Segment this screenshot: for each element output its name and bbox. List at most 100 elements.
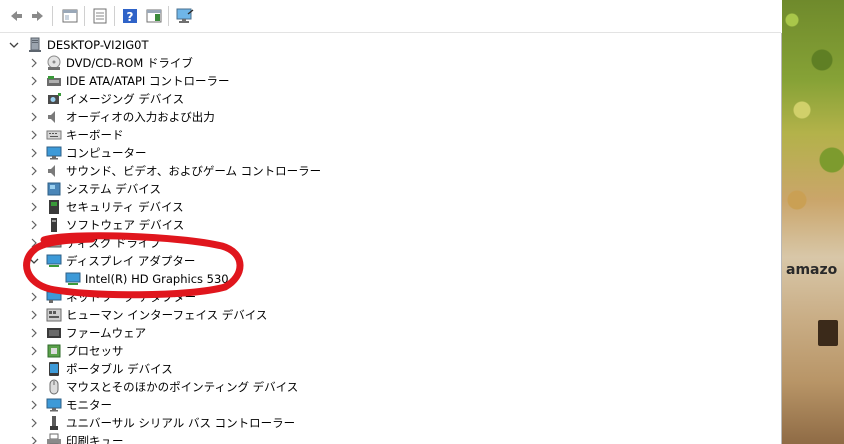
hid-icon: [46, 307, 62, 323]
tree-item-label: マウスとそのほかのポインティング デバイス: [66, 380, 299, 394]
chevron-right-icon[interactable]: [28, 165, 40, 177]
tree-item-label: プロセッサ: [66, 344, 124, 358]
monitor-icon: [46, 145, 62, 161]
chevron-right-icon[interactable]: [28, 345, 40, 357]
tree-item-label: ディスプレイ アダプター: [66, 254, 196, 268]
toolbar: ?: [0, 0, 781, 33]
system-devices-icon: [46, 181, 62, 197]
security-device-icon: [46, 199, 62, 215]
tree-item-usb[interactable]: ユニバーサル シリアル バス コントローラー: [0, 414, 781, 432]
back-arrow-icon[interactable]: [6, 6, 26, 26]
chevron-right-icon[interactable]: [28, 147, 40, 159]
tree-item-display-adapters[interactable]: ディスプレイ アダプター: [0, 252, 781, 270]
tree-item-label: ディスク ドライブ: [66, 236, 161, 250]
tree-root[interactable]: DESKTOP-VI2IG0T: [0, 36, 781, 54]
svg-text:?: ?: [127, 10, 134, 24]
box-detail: [818, 320, 838, 346]
tree-item-print-queue[interactable]: 印刷キュー: [0, 432, 781, 444]
tree-item-mouse[interactable]: マウスとそのほかのポインティング デバイス: [0, 378, 781, 396]
tree-item-processor[interactable]: プロセッサ: [0, 342, 781, 360]
chevron-right-icon[interactable]: [28, 183, 40, 195]
tree-item-security[interactable]: セキュリティ デバイス: [0, 198, 781, 216]
software-device-icon: [46, 217, 62, 233]
display-adapter-icon: [65, 271, 81, 287]
show-hide-console-tree-icon[interactable]: [60, 6, 80, 26]
background-photo: amazo: [782, 0, 844, 444]
tree-item-sound[interactable]: サウンド、ビデオ、およびゲーム コントローラー: [0, 162, 781, 180]
usb-icon: [46, 415, 62, 431]
device-tree: DESKTOP-VI2IG0T DVD/CD-ROM ドライブ IDE ATA/…: [0, 33, 782, 444]
help-icon[interactable]: ?: [120, 6, 140, 26]
tree-item-label: ファームウェア: [66, 326, 147, 340]
tree-item-portable[interactable]: ポータブル デバイス: [0, 360, 781, 378]
tree-item-imaging[interactable]: イメージング デバイス: [0, 90, 781, 108]
scan-hardware-changes-icon[interactable]: [175, 6, 195, 26]
chevron-right-icon[interactable]: [28, 93, 40, 105]
chevron-right-icon[interactable]: [28, 237, 40, 249]
speaker-icon: [46, 163, 62, 179]
tree-item-audio-io[interactable]: オーディオの入力および出力: [0, 108, 781, 126]
action-pane-icon[interactable]: [144, 6, 164, 26]
network-adapter-icon: [46, 289, 62, 305]
keyboard-icon: [46, 127, 62, 143]
chevron-right-icon[interactable]: [28, 291, 40, 303]
tree-item-label: システム デバイス: [66, 182, 161, 196]
monitor-icon: [46, 397, 62, 413]
tree-item-label: キーボード: [66, 128, 124, 142]
tree-item-label: ポータブル デバイス: [66, 362, 173, 376]
tree-item-disk[interactable]: ディスク ドライブ: [0, 234, 781, 252]
display-adapter-icon: [46, 253, 62, 269]
tree-item-computer[interactable]: コンピューター: [0, 144, 781, 162]
chevron-right-icon[interactable]: [28, 309, 40, 321]
dvd-drive-icon: [46, 55, 62, 71]
chevron-right-icon[interactable]: [28, 129, 40, 141]
computer-icon: [27, 37, 43, 53]
tree-item-label: Intel(R) HD Graphics 530: [85, 272, 229, 286]
mouse-icon: [46, 379, 62, 395]
speaker-icon: [46, 109, 62, 125]
tree-item-firmware[interactable]: ファームウェア: [0, 324, 781, 342]
tree-item-keyboard[interactable]: キーボード: [0, 126, 781, 144]
processor-icon: [46, 343, 62, 359]
chevron-right-icon[interactable]: [28, 219, 40, 231]
chevron-right-icon[interactable]: [28, 399, 40, 411]
chevron-right-icon[interactable]: [28, 381, 40, 393]
tree-item-network[interactable]: ネットワーク アダプター: [0, 288, 781, 306]
chevron-right-icon[interactable]: [28, 435, 40, 444]
chevron-right-icon[interactable]: [28, 75, 40, 87]
disk-drive-icon: [46, 235, 62, 251]
tree-item-hid[interactable]: ヒューマン インターフェイス デバイス: [0, 306, 781, 324]
tree-item-label: ヒューマン インターフェイス デバイス: [66, 308, 268, 322]
tree-item-label: DVD/CD-ROM ドライブ: [66, 56, 193, 70]
properties-icon[interactable]: [90, 6, 110, 26]
tree-item-label: オーディオの入力および出力: [66, 110, 215, 124]
chevron-right-icon[interactable]: [28, 201, 40, 213]
tree-item-label: イメージング デバイス: [66, 92, 185, 106]
tree-item-label: セキュリティ デバイス: [66, 200, 184, 214]
tree-item-label: 印刷キュー: [66, 434, 124, 444]
tree-item-label: コンピューター: [66, 146, 147, 160]
chevron-right-icon[interactable]: [28, 327, 40, 339]
tree-item-intel-hd-graphics[interactable]: Intel(R) HD Graphics 530: [0, 270, 781, 288]
forward-arrow-icon[interactable]: [28, 6, 48, 26]
tree-item-label: ユニバーサル シリアル バス コントローラー: [66, 416, 296, 430]
tree-item-ide[interactable]: IDE ATA/ATAPI コントローラー: [0, 72, 781, 90]
tree-item-software[interactable]: ソフトウェア デバイス: [0, 216, 781, 234]
firmware-icon: [46, 325, 62, 341]
printer-icon: [46, 433, 62, 444]
chevron-right-icon[interactable]: [28, 57, 40, 69]
ide-controller-icon: [46, 73, 62, 89]
tree-item-label: IDE ATA/ATAPI コントローラー: [66, 74, 230, 88]
chevron-right-icon[interactable]: [28, 363, 40, 375]
tree-root-label: DESKTOP-VI2IG0T: [47, 38, 149, 52]
tree-item-monitors[interactable]: モニター: [0, 396, 781, 414]
chevron-right-icon[interactable]: [28, 111, 40, 123]
camera-icon: [46, 91, 62, 107]
chevron-right-icon[interactable]: [28, 417, 40, 429]
foliage: [782, 0, 844, 240]
tree-item-system[interactable]: システム デバイス: [0, 180, 781, 198]
chevron-down-icon[interactable]: [8, 39, 20, 51]
chevron-down-icon[interactable]: [28, 255, 40, 267]
tree-item-dvd[interactable]: DVD/CD-ROM ドライブ: [0, 54, 781, 72]
tree-item-label: ソフトウェア デバイス: [66, 218, 185, 232]
